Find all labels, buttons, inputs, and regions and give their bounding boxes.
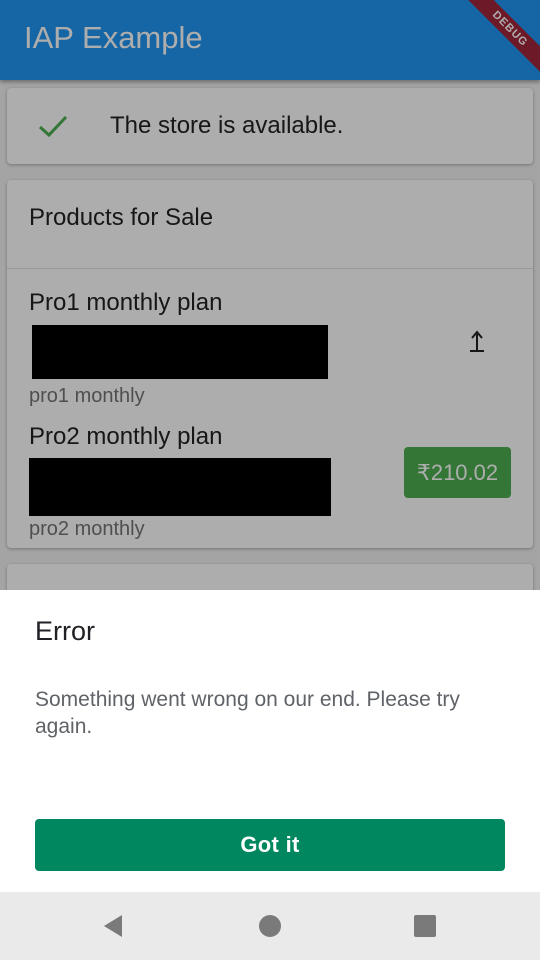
back-icon[interactable] [100,913,126,939]
dialog-title: Error [35,616,95,646]
got-it-button[interactable]: Got it [35,819,505,871]
home-icon[interactable] [257,913,283,939]
error-dialog: Error Something went wrong on our end. P… [0,590,540,892]
system-nav-bar [0,892,540,960]
dialog-message: Something went wrong on our end. Please … [35,688,460,738]
recents-icon[interactable] [412,913,438,939]
